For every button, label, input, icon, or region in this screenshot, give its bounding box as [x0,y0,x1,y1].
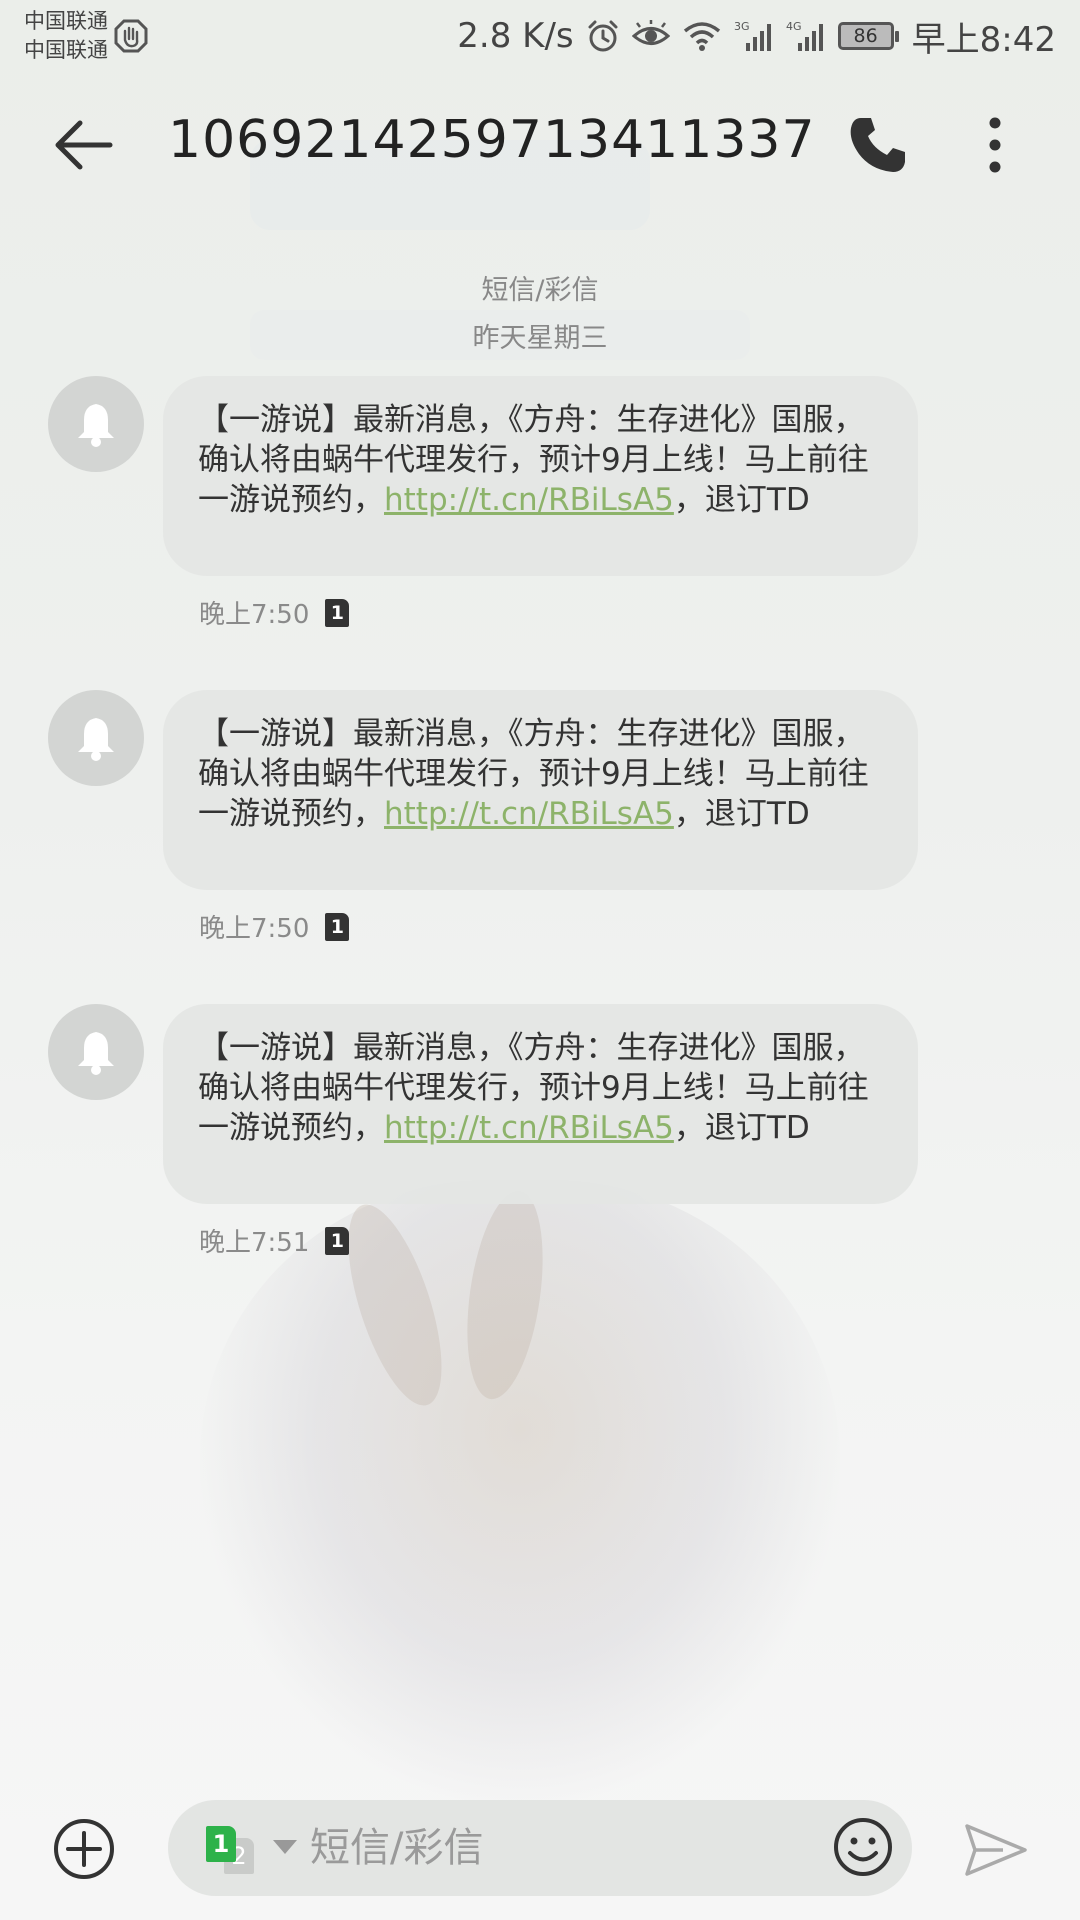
message-suffix: ，退订TD [673,1110,810,1146]
phone-icon[interactable] [845,112,911,178]
sim-badge: 1 [325,912,350,941]
sim-badge: 1 [325,598,350,627]
message-suffix: ，退订TD [673,796,810,832]
avatar[interactable] [48,376,144,472]
message-link[interactable]: http://t.cn/RBiLsA5 [384,482,674,518]
avatar[interactable] [48,690,144,786]
message-meta: 晚上7:51 1 [199,1222,350,1259]
sim-selector[interactable]: 2 1 [206,1826,256,1874]
message-time: 晚上7:50 [199,914,310,944]
message-link[interactable]: http://t.cn/RBiLsA5 [384,1110,674,1146]
avatar[interactable] [48,1004,144,1100]
wifi-icon [683,22,720,51]
message-bubble[interactable]: 【一游说】最新消息，《方舟：生存进化》国服，确认将由蜗牛代理发行，预计9月上线！… [163,690,918,890]
date-separator: 昨天星期三 [472,323,608,354]
carrier-labels: 中国联通 中国联通 [24,7,108,65]
message-bubble[interactable]: 【一游说】最新消息，《方舟：生存进化》国服，确认将由蜗牛代理发行，预计9月上线！… [163,376,918,576]
status-bar: 中国联通 中国联通 2.8 K/s 3G 4G 86 早上8:42 [0,0,1080,72]
signal-2-type: 4G [786,20,802,33]
plus-circle-icon[interactable] [52,1817,116,1881]
more-vertical-icon[interactable] [975,112,1015,178]
page-title: 1069214259713411337 [168,110,816,170]
status-indicators: 2.8 K/s 3G 4G 86 早上8:42 [457,12,1056,61]
conversation-header: 1069214259713411337 [0,90,1080,200]
chevron-down-icon[interactable] [272,1838,298,1856]
bell-icon [78,718,114,761]
message-suffix: ，退订TD [673,482,810,518]
carrier-1: 中国联通 [24,9,108,33]
background-rabbit [200,1180,840,1800]
eye-icon [631,20,670,45]
smiley-icon[interactable] [832,1816,894,1878]
signal-icon: 4G [786,20,823,51]
carrier-2: 中国联通 [24,38,108,62]
hand-icon [114,19,148,53]
battery-icon: 86 [837,22,899,50]
bell-icon [78,1032,114,1075]
message-time: 晚上7:51 [199,1228,310,1258]
arrow-left-icon[interactable] [50,112,116,178]
message-time: 晚上7:50 [199,600,310,630]
sim-badge: 1 [325,1226,350,1255]
bell-icon [78,404,114,447]
message-bubble[interactable]: 【一游说】最新消息，《方舟：生存进化》国服，确认将由蜗牛代理发行，预计9月上线！… [163,1004,918,1204]
send-icon[interactable] [963,1822,1029,1878]
message-meta: 晚上7:50 1 [199,908,350,945]
signal-icon: 3G [734,20,771,51]
message-link[interactable]: http://t.cn/RBiLsA5 [384,796,674,832]
sim-1-badge: 1 [206,1826,236,1862]
message-input[interactable] [310,1818,690,1878]
message-composer: 2 1 [168,1800,912,1896]
conversation-type-label: 短信/彩信 [481,275,599,306]
net-speed: 2.8 K/s [457,16,574,56]
background-rabbit-ear [455,1186,555,1404]
message-meta: 晚上7:50 1 [199,594,350,631]
clock: 早上8:42 [911,19,1056,60]
alarm-icon [588,20,618,52]
signal-1-type: 3G [734,20,750,33]
